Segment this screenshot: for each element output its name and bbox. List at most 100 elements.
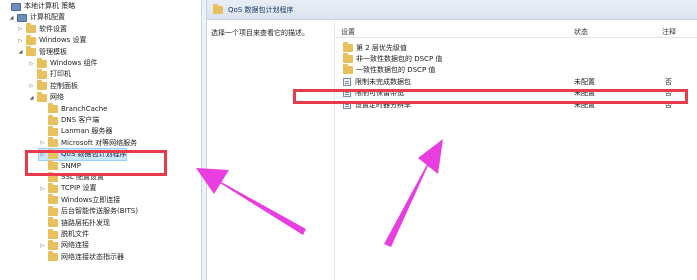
expanded-arrow-icon[interactable]: ◢: [17, 48, 24, 57]
tree-item[interactable]: ▷ Windows 设置: [17, 34, 87, 46]
folder-icon: [343, 42, 353, 52]
folder-icon: [26, 23, 36, 34]
expanded-arrow-icon[interactable]: ◢: [28, 93, 35, 102]
collapsed-arrow-icon[interactable]: ▷: [28, 82, 35, 91]
column-header: 设置 状态 注释: [335, 25, 697, 38]
tree-item-label: BranchCache: [61, 104, 108, 113]
setting-label: 非一致性数据包的 DSCP 值: [356, 55, 443, 63]
policy-setting-icon: [343, 78, 351, 86]
setting-label: 限制未完成数据包: [355, 78, 411, 86]
folder-icon: [48, 182, 58, 193]
expanded-arrow-icon[interactable]: ◢: [8, 13, 15, 22]
column-note[interactable]: 注释: [662, 27, 676, 37]
tree-item[interactable]: 脱机文件: [39, 228, 89, 240]
folder-icon: [37, 57, 47, 68]
column-setting[interactable]: 设置: [341, 27, 355, 37]
tree-item[interactable]: 打印机: [28, 68, 71, 80]
setting-state: 未配置: [574, 78, 595, 86]
folder-icon: [213, 3, 223, 14]
setting-row[interactable]: 第 2 层优先级值: [335, 42, 697, 53]
tree-item[interactable]: ◢ 网络: [28, 91, 64, 103]
tree-item[interactable]: ▷ 软件设置: [17, 23, 67, 35]
tree-item[interactable]: ◢ 计算机配置: [8, 12, 65, 23]
folder-icon: [48, 251, 58, 262]
tree-item-label: Windows 设置: [39, 36, 87, 45]
tree-item[interactable]: 网络连接状态指示器: [39, 251, 124, 263]
folder-icon: [48, 103, 58, 114]
tree-item[interactable]: 链路层拓扑发现: [39, 217, 110, 229]
tree-item[interactable]: Windows立即连接: [39, 194, 120, 206]
tree-item-label: Microsoft 对等网络服务: [61, 138, 138, 147]
setting-name: 限制未完成数据包: [343, 77, 411, 87]
folder-icon: [48, 228, 58, 239]
tree-item-label: 软件设置: [39, 24, 67, 33]
tree-item[interactable]: Lanman 服务器: [39, 125, 113, 137]
tree-item[interactable]: ▷ 网络连接: [39, 239, 89, 251]
collapsed-arrow-icon[interactable]: ▷: [17, 25, 24, 34]
tree-item-label: 管理模板: [39, 47, 67, 56]
folder-icon: [37, 91, 47, 102]
tree-item[interactable]: BranchCache: [39, 103, 108, 115]
tree-item-label: 计算机配置: [30, 13, 65, 22]
details-header: QoS 数据包计划程序: [207, 0, 697, 20]
highlight-setting-row: [293, 89, 688, 104]
collapsed-arrow-icon[interactable]: ▷: [39, 139, 46, 148]
setting-label: 第 2 层优先级值: [356, 44, 407, 52]
setting-name: 一致性数据包的 DSCP 值: [343, 64, 436, 75]
folder-icon: [37, 80, 47, 91]
tree-item[interactable]: ▷ Microsoft 对等网络服务: [39, 137, 138, 149]
computer-icon: [11, 2, 21, 11]
folder-icon: [48, 114, 58, 125]
tree-item-label: 网络连接: [61, 241, 89, 250]
tree-item-label: 网络连接状态指示器: [61, 252, 124, 261]
tree-item-label: 打印机: [50, 70, 71, 79]
tree-item-label: Windows 组件: [50, 59, 98, 67]
tree-item-label: 后台智能传送服务(BITS): [61, 207, 139, 216]
collapsed-arrow-icon[interactable]: ▷: [39, 241, 46, 250]
column-state[interactable]: 状态: [574, 27, 588, 37]
folder-icon: [48, 239, 58, 250]
tree-item[interactable]: ◢ 管理模板: [17, 46, 67, 58]
collapsed-arrow-icon[interactable]: ▷: [17, 36, 24, 45]
folder-icon: [48, 137, 58, 148]
highlight-selected-tree-item: [25, 150, 167, 176]
setting-name: 非一致性数据包的 DSCP 值: [343, 53, 443, 64]
description-text: 选择一个项目来查看它的描述。: [211, 29, 309, 37]
tree-item[interactable]: ▷ Windows 组件: [28, 57, 98, 69]
folder-icon: [343, 64, 353, 74]
folder-icon: [48, 217, 58, 228]
tree-item[interactable]: DNS 客户端: [39, 114, 99, 126]
setting-note: 否: [665, 78, 672, 86]
setting-row[interactable]: 限制未完成数据包 未配置 否: [335, 76, 697, 87]
folder-icon: [48, 125, 58, 136]
tree-item[interactable]: 本地计算机 策略: [2, 1, 75, 12]
tree-item-label: 网络: [50, 93, 64, 102]
tree-item[interactable]: ▷ TCPIP 设置: [39, 182, 97, 194]
tree-item-label: Lanman 服务器: [61, 127, 113, 136]
folder-icon: [343, 53, 353, 63]
tree-item[interactable]: 后台智能传送服务(BITS): [39, 205, 139, 217]
tree-item-label: TCPIP 设置: [61, 184, 97, 193]
tree-item-label: 控制面板: [50, 81, 78, 90]
folder-icon: [48, 205, 58, 216]
tree-item-label: 本地计算机 策略: [24, 2, 76, 10]
tree-item-label: 链路层拓扑发现: [61, 218, 110, 227]
tree-item[interactable]: ▷ 控制面板: [28, 80, 78, 92]
collapsed-arrow-icon[interactable]: ▷: [39, 184, 46, 193]
folder-icon: [26, 46, 36, 57]
setting-row[interactable]: 非一致性数据包的 DSCP 值: [335, 53, 697, 64]
setting-row[interactable]: 一致性数据包的 DSCP 值: [335, 64, 697, 75]
setting-name: 第 2 层优先级值: [343, 42, 407, 53]
setting-label: 一致性数据包的 DSCP 值: [356, 66, 436, 74]
collapsed-arrow-icon[interactable]: ▷: [28, 59, 35, 68]
details-pane: QoS 数据包计划程序 选择一个项目来查看它的描述。 设置 状态 注释 第 2 …: [207, 0, 697, 280]
